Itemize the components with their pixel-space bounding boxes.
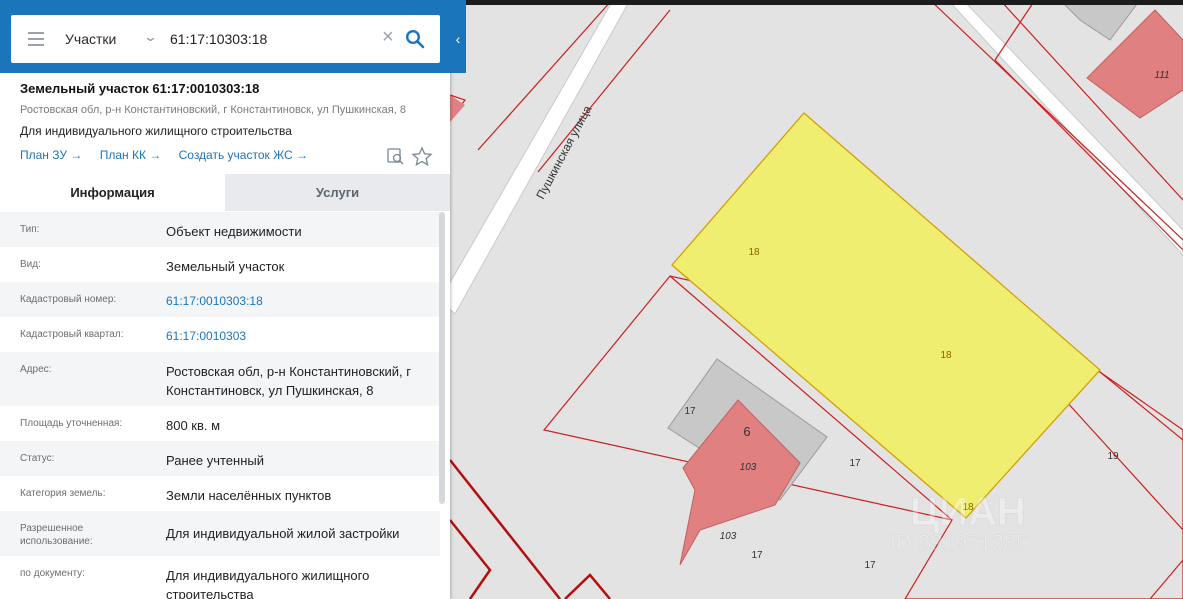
info-row: Статус: Ранее учтенный	[0, 441, 440, 476]
cadastral-number-link[interactable]: 61:17:0010303:18	[166, 292, 438, 311]
parcel-title: Земельный участок 61:17:0010303:18	[20, 81, 260, 96]
link-plan-kk[interactable]: План КК →	[100, 148, 162, 162]
row-key: Тип:	[20, 224, 40, 235]
search-header: Участки ⌄ 61:17:10303:18 × ‹	[0, 0, 466, 73]
watermark-text: ЦИАН	[910, 490, 1026, 534]
parcel-purpose: Для индивидуального жилищного строительс…	[20, 124, 292, 138]
tab-bar: Информация Услуги	[0, 174, 450, 211]
row-key: Кадастровый квартал:	[20, 329, 124, 340]
info-row: Категория земель: Земли населённых пункто…	[0, 476, 440, 511]
label-17b: 17	[849, 458, 861, 469]
label-17d: 17	[864, 560, 876, 571]
parcel-links: План ЗУ → План КК → Создать участок ЖС →	[20, 148, 322, 162]
star-icon[interactable]	[411, 146, 433, 167]
search-box[interactable]: Участки ⌄ 61:17:10303:18 ×	[11, 15, 440, 63]
watermark-id: ID 291971285	[890, 530, 1028, 555]
chevron-down-icon[interactable]: ⌄	[143, 29, 158, 45]
menu-icon[interactable]	[28, 32, 44, 46]
tab-services[interactable]: Услуги	[225, 174, 450, 211]
info-row: Разрешенное использование: Для индивидуал…	[0, 511, 440, 556]
row-key: Категория земель:	[20, 488, 106, 499]
row-value: Объект недвижимости	[166, 224, 302, 239]
search-icon[interactable]	[405, 29, 425, 49]
row-value: Ростовская обл, р-н Константиновский, г …	[166, 364, 411, 398]
row-key: по документу:	[20, 568, 85, 579]
info-table: Тип: Объект недвижимости Вид: Земельный уч…	[0, 212, 440, 599]
action-icons	[386, 146, 434, 171]
layer-select[interactable]: Участки	[65, 31, 116, 47]
search-input[interactable]: 61:17:10303:18	[170, 31, 267, 47]
label-17c: 17	[751, 550, 763, 561]
row-value: Земельный участок	[166, 259, 285, 274]
link-plan-zu[interactable]: План ЗУ →	[20, 148, 82, 162]
info-row: Вид: Земельный участок	[0, 247, 440, 282]
info-row: по документу: Для индивидуального жилищно…	[0, 556, 440, 599]
tab-information[interactable]: Информация	[0, 174, 225, 211]
label-103b: 103	[720, 531, 737, 542]
info-panel: Земельный участок 61:17:0010303:18 Росто…	[0, 0, 450, 599]
top-strip	[466, 0, 1183, 5]
row-value: Земли населённых пунктов	[166, 488, 332, 503]
row-key: Кадастровый номер:	[20, 294, 117, 305]
chevron-left-icon[interactable]: ‹	[450, 5, 466, 73]
row-value: Для индивидуального жилищного строительс…	[166, 568, 370, 599]
label-17a: 17	[684, 406, 696, 417]
info-row: Кадастровый квартал: 61:17:0010303	[0, 317, 440, 352]
row-key: Вид:	[20, 259, 41, 270]
label-111: 111	[1154, 70, 1169, 81]
close-icon[interactable]: ×	[382, 27, 394, 47]
label-18b: 18	[940, 350, 952, 361]
info-row: Кадастровый номер: 61:17:0010303:18	[0, 282, 440, 317]
info-row: Адрес: Ростовская обл, р-н Константиновск…	[0, 352, 440, 406]
label-19: 19	[1107, 451, 1119, 462]
info-row: Площадь уточненная: 800 кв. м	[0, 406, 440, 441]
row-key: Адрес:	[20, 364, 52, 375]
row-value: 800 кв. м	[166, 418, 221, 433]
link-create-parcel[interactable]: Создать участок ЖС →	[179, 148, 308, 162]
row-key: Разрешенное использование:	[20, 523, 93, 547]
label-103a: 103	[740, 462, 757, 473]
scrollbar[interactable]	[439, 212, 445, 504]
magnify-document-icon[interactable]	[387, 148, 404, 165]
info-row: Тип: Объект недвижимости	[0, 212, 440, 247]
row-key: Площадь уточненная:	[20, 418, 123, 429]
row-value: Для индивидуальной жилой застройки	[166, 526, 400, 541]
row-value: Ранее учтенный	[166, 453, 264, 468]
parcel-address: Ростовская обл, р-н Константиновский, г …	[20, 104, 406, 116]
row-key: Статус:	[20, 453, 55, 464]
label-18a: 18	[748, 247, 760, 258]
cadastral-quarter-link[interactable]: 61:17:0010303	[166, 327, 438, 346]
label-6: 6	[743, 424, 750, 439]
